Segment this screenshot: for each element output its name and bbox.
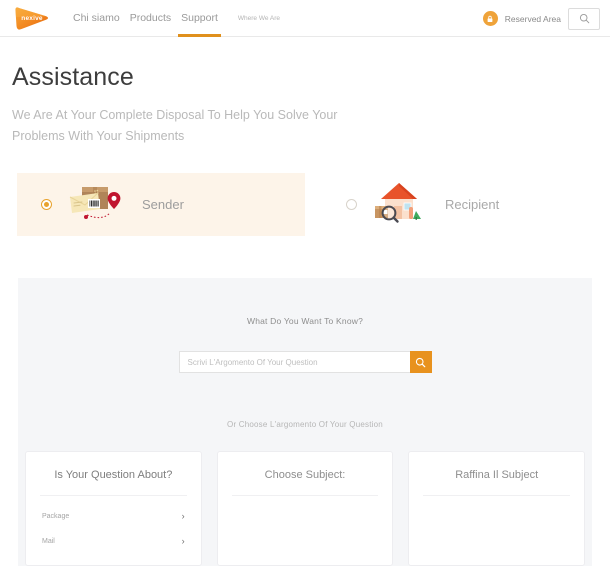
nav-item-support[interactable]: Support <box>176 0 223 37</box>
panel-question-heading: What Do You Want To Know? <box>246 316 364 326</box>
package-with-location-pin-illustration <box>64 179 126 230</box>
or-choose-label: Or Choose L'argomento Of Your Question <box>227 420 383 429</box>
card-is-your-question-about: Is Your Question About? Package › Mail › <box>25 451 202 566</box>
refine-subject-list <box>423 496 570 504</box>
list-item-package[interactable]: Package › <box>40 504 187 529</box>
role-label-sender: Sender <box>142 197 184 212</box>
card-title: Choose Subject: <box>231 452 379 496</box>
chevron-right-icon: › <box>181 511 185 521</box>
radio-sender[interactable] <box>41 199 52 210</box>
page-subtitle: We Are At Your Complete Disposal To Help… <box>12 108 338 143</box>
header-right-area: Reserved Area <box>482 0 600 37</box>
role-label-recipient: Recipient <box>445 197 500 212</box>
lock-icon <box>482 11 498 26</box>
card-refine-subject: Raffina Il Subject <box>408 451 586 566</box>
question-search-submit-button[interactable] <box>409 351 432 373</box>
list-item-label: Package <box>42 513 70 520</box>
lock-glyph-icon <box>487 15 493 22</box>
nav-item-products[interactable]: Products <box>125 0 176 37</box>
radio-recipient[interactable] <box>346 199 357 210</box>
house-with-magnifier-illustration <box>369 179 431 230</box>
choose-subject-list <box>232 496 379 504</box>
list-item-mail[interactable]: Mail › <box>40 529 187 554</box>
role-selector: Sender Recipient <box>0 173 610 236</box>
nav-item-chi-siamo[interactable]: Chi siamo <box>68 0 125 37</box>
list-item-label: Mail <box>42 538 55 545</box>
chevron-right-icon: › <box>181 536 185 546</box>
question-search-row <box>18 351 592 373</box>
card-choose-subject: Choose Subject: <box>216 451 394 566</box>
nav-item-where-we-are[interactable]: Where We Are <box>233 0 285 37</box>
card-title: Is Your Question About? <box>40 452 187 496</box>
card-title: Raffina Il Subject <box>423 452 571 496</box>
main-nav: Chi siamo Products Support Where We Are <box>68 0 285 37</box>
role-card-recipient[interactable]: Recipient <box>322 173 592 236</box>
logo-shape: nexive <box>13 5 51 32</box>
search-icon <box>415 357 426 367</box>
logo-text: nexive <box>21 14 43 22</box>
page-title: Assistance <box>12 63 134 91</box>
subject-cards-row: Is Your Question About? Package › Mail ›… <box>18 451 592 566</box>
question-topic-list: Package › Mail › <box>40 496 187 554</box>
role-card-sender[interactable]: Sender <box>17 173 305 236</box>
site-header: nexive Chi siamo Products Support Where … <box>0 0 610 37</box>
reserved-area-label[interactable]: Reserved Area <box>505 14 561 24</box>
search-icon <box>579 13 589 24</box>
nexive-logo[interactable]: nexive <box>12 4 52 32</box>
question-search-input[interactable] <box>178 351 410 373</box>
help-search-panel: What Do You Want To Know? Or Choose L'ar… <box>18 278 592 566</box>
header-search-button[interactable] <box>568 7 600 30</box>
